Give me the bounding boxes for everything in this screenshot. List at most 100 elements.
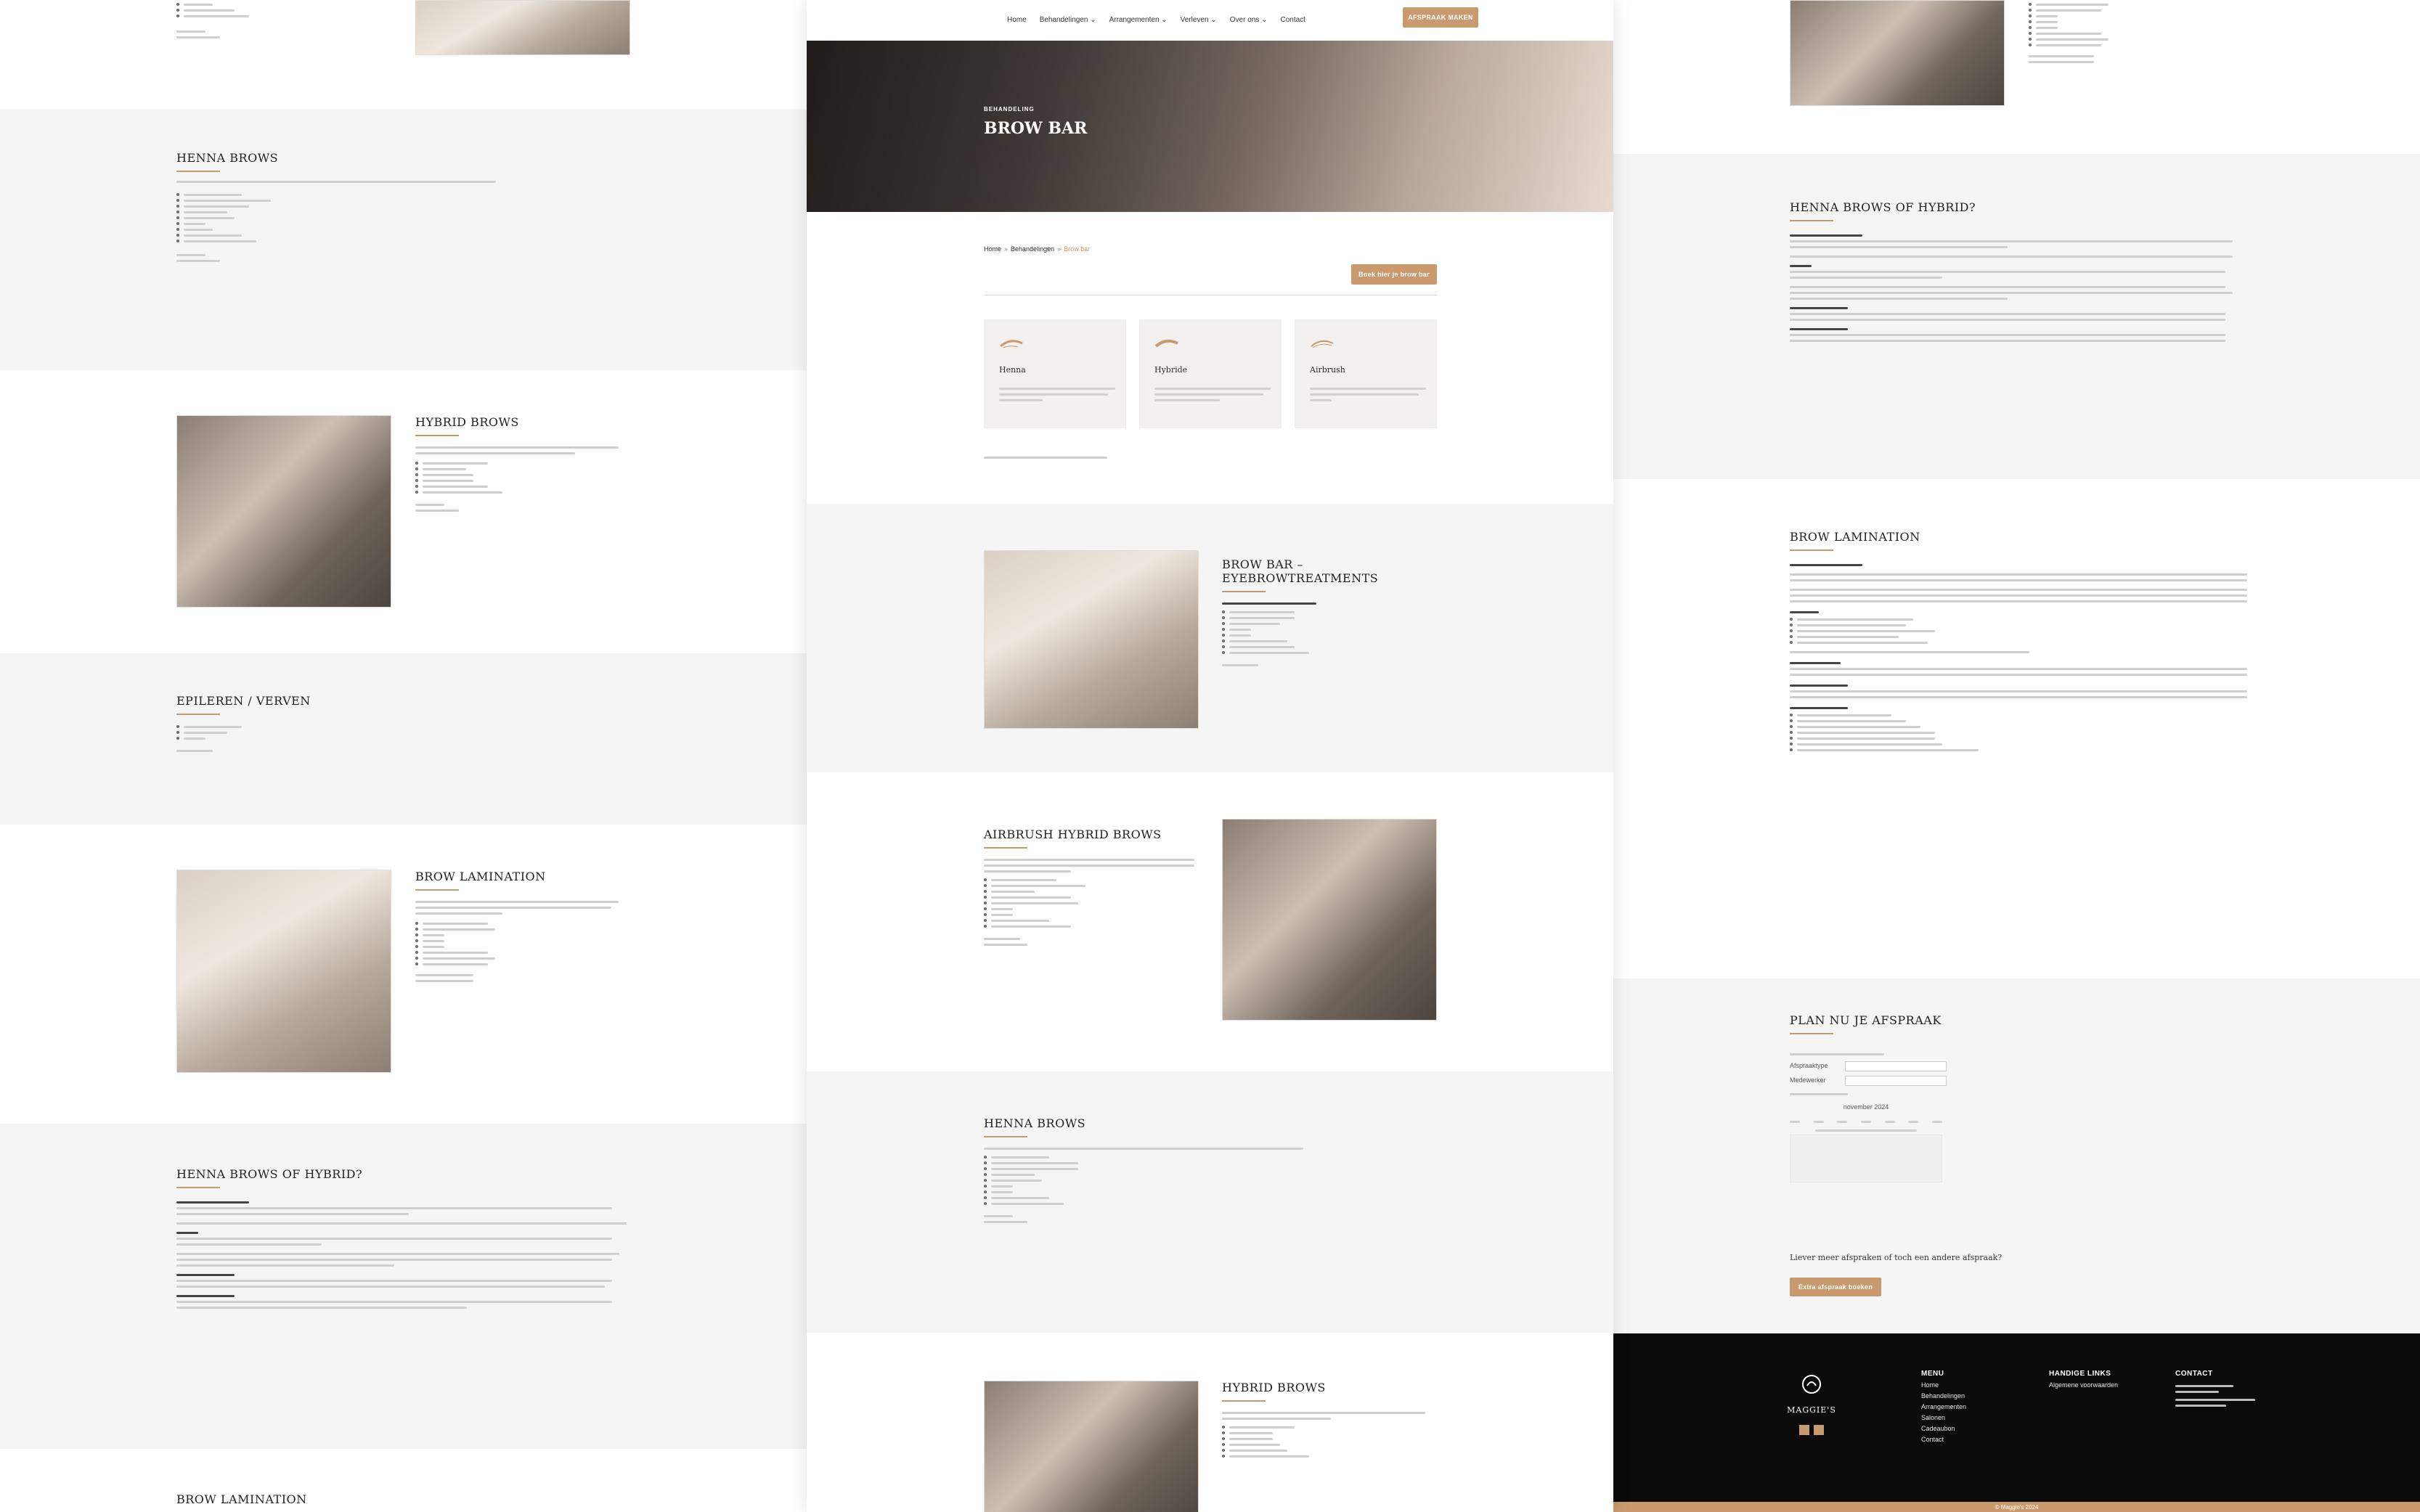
epileren-title: EPILEREN / VERVEN: [176, 694, 311, 708]
airbrush-photo: [1222, 819, 1437, 1021]
book-appointment-button[interactable]: AFSPRAAK MAKEN: [1403, 7, 1478, 28]
card-title: Henna: [999, 365, 1026, 375]
treatment-select[interactable]: [1845, 1061, 1947, 1071]
lamination-photo: [176, 870, 391, 1073]
top-photo-right: [1790, 0, 2005, 106]
extra-appointment-button[interactable]: Extra afspraak boeken: [1790, 1278, 1881, 1296]
hero-title: BROW BAR: [984, 119, 1088, 138]
hero-banner: BEHANDELING BROW BAR: [807, 41, 1613, 212]
footer-menu: MENU Home Behandelingen Arrangementen Sa…: [1921, 1370, 1966, 1447]
breadcrumb-home[interactable]: Home: [984, 245, 1001, 253]
airbrush-title: AIRBRUSH HYBRID BROWS: [984, 827, 1162, 841]
title-underline: [1790, 549, 1833, 551]
footer-links-heading: HANDIGE LINKS: [2049, 1370, 2111, 1378]
breadcrumb-sep: »: [1004, 245, 1009, 253]
plan-title: PLAN NU JE AFSPRAAK: [1790, 1013, 1942, 1027]
calendar-widget[interactable]: november 2024: [1790, 1103, 1942, 1182]
title-underline: [1222, 1400, 1266, 1402]
breadcrumb-current: Brow bar: [1064, 245, 1091, 253]
henna-or-hybrid-title: HENNA BROWS OF HYBRID?: [176, 1167, 363, 1181]
card-airbrush[interactable]: Airbrush: [1295, 319, 1437, 428]
title-underline: [415, 889, 459, 891]
lamination-title: BROW LAMINATION: [415, 870, 546, 883]
title-underline: [984, 847, 1027, 849]
henna-or-hybrid-band: HENNA BROWS OF HYBRID?: [0, 1124, 807, 1449]
calendar-month: november 2024: [1843, 1103, 1889, 1111]
instagram-icon[interactable]: [1814, 1425, 1824, 1435]
top-navigation: Home Behandelingen ⌄ Arrangementen ⌄ Ver…: [807, 0, 1613, 41]
card-hybride[interactable]: Hybride: [1139, 319, 1282, 428]
nav-item-arrangementen[interactable]: Arrangementen ⌄: [1109, 16, 1168, 24]
footer-menu-heading: MENU: [1921, 1370, 1944, 1378]
title-underline: [176, 714, 220, 715]
footer-link[interactable]: Home: [1921, 1381, 1966, 1389]
text-line: [176, 181, 496, 183]
top-photo: [415, 0, 630, 55]
title-underline: [415, 435, 459, 436]
hero-overlay: [807, 41, 1613, 212]
lamination-title-right: BROW LAMINATION: [1790, 530, 1920, 544]
henna-list: [176, 193, 496, 242]
title-underline: [1790, 220, 1833, 221]
hybrid-title: HYBRID BROWS: [415, 415, 519, 429]
browbar-photo: [984, 550, 1199, 729]
breadcrumb: Home » Behandelingen » Brow bar: [984, 245, 1090, 253]
facebook-icon[interactable]: [1799, 1425, 1809, 1435]
title-underline: [176, 171, 220, 172]
booking-band: PLAN NU JE AFSPRAAK Afspraaktype Medewer…: [1613, 978, 2420, 1334]
card-title: Hybride: [1154, 365, 1188, 375]
brand-name: MAGGIE'S: [1787, 1405, 1836, 1415]
hero-eyebrow: BEHANDELING: [984, 106, 1035, 113]
footer-link[interactable]: Behandelingen: [1921, 1392, 1966, 1399]
title-underline: [1222, 591, 1266, 592]
hybrid-title-mid: HYBRID BROWS: [1222, 1381, 1326, 1394]
footer-link[interactable]: Arrangementen: [1921, 1403, 1966, 1410]
footer: MAGGIE'S MENU Home Behandelingen Arrange…: [1613, 1333, 2420, 1512]
henna-title-mid: HENNA BROWS: [984, 1116, 1086, 1130]
top-list-fragment: [176, 0, 307, 42]
footer-link[interactable]: Algemene voorwaarden: [2049, 1381, 2118, 1389]
henna-or-hybrid-band-right: HENNA BROWS OF HYBRID?: [1613, 154, 2420, 479]
henna-section-band: HENNA BROWS: [0, 109, 807, 370]
footer-logo: MAGGIE'S: [1772, 1371, 1851, 1435]
text-line: [984, 457, 1107, 459]
eyebrow-icon: [1154, 339, 1178, 348]
booking-label: Medewerker: [1790, 1076, 1826, 1084]
browbar-band: BROW BAR – EYEBROWTREATMENTS: [807, 504, 1613, 772]
footer-contact-heading: CONTACT: [2175, 1370, 2213, 1378]
footer-links: HANDIGE LINKS Algemene voorwaarden: [2049, 1370, 2118, 1392]
book-brow-bar-button[interactable]: Boek hier je brow bar: [1351, 264, 1437, 285]
nav-item-verleven[interactable]: Verleven ⌄: [1181, 16, 1217, 24]
eyebrow-icon: [1311, 340, 1334, 348]
henna-band-mid: HENNA BROWS: [807, 1071, 1613, 1333]
nav-item-home[interactable]: Home: [1007, 16, 1027, 24]
browbar-title: BROW BAR – EYEBROWTREATMENTS: [1222, 557, 1379, 585]
copyright-bar: © Maggie's 2024: [1613, 1502, 2420, 1512]
logo-icon: [1802, 1375, 1821, 1394]
epileren-band: EPILEREN / VERVEN: [0, 653, 807, 825]
henna-or-hybrid-title-right: HENNA BROWS OF HYBRID?: [1790, 200, 1976, 214]
nav-item-contact[interactable]: Contact: [1280, 16, 1305, 24]
breadcrumb-behandelingen[interactable]: Behandelingen: [1011, 245, 1054, 253]
hybrid-photo-mid: [984, 1381, 1199, 1512]
staff-select[interactable]: [1845, 1076, 1947, 1086]
nav-item-over-ons[interactable]: Over ons ⌄: [1230, 16, 1268, 24]
main-page-column: Home Behandelingen ⌄ Arrangementen ⌄ Ver…: [807, 0, 1613, 1512]
henna-title: HENNA BROWS: [176, 151, 279, 165]
lamination-title-bottom: BROW LAMINATION: [176, 1492, 307, 1506]
nav-menu: Home Behandelingen ⌄ Arrangementen ⌄ Ver…: [1007, 16, 1305, 24]
card-henna[interactable]: Henna: [984, 319, 1126, 428]
eyebrow-icon: [1000, 340, 1023, 348]
right-page-column: HENNA BROWS OF HYBRID? BROW LAMINATION P…: [1613, 0, 2420, 1512]
footer-link[interactable]: Cadeaubon: [1921, 1425, 1966, 1432]
title-underline: [984, 1136, 1027, 1137]
breadcrumb-sep: »: [1057, 245, 1062, 253]
hybrid-photo: [176, 415, 391, 608]
extra-question: Liever meer afspraken of toch een andere…: [1790, 1253, 2003, 1262]
footer-link[interactable]: Contact: [1921, 1436, 1966, 1443]
title-underline: [1790, 1033, 1833, 1034]
footer-link[interactable]: Salonen: [1921, 1414, 1966, 1421]
card-title: Airbrush: [1310, 365, 1345, 375]
footer-contact: CONTACT: [2175, 1370, 2255, 1410]
nav-item-behandelingen[interactable]: Behandelingen ⌄: [1040, 16, 1096, 24]
